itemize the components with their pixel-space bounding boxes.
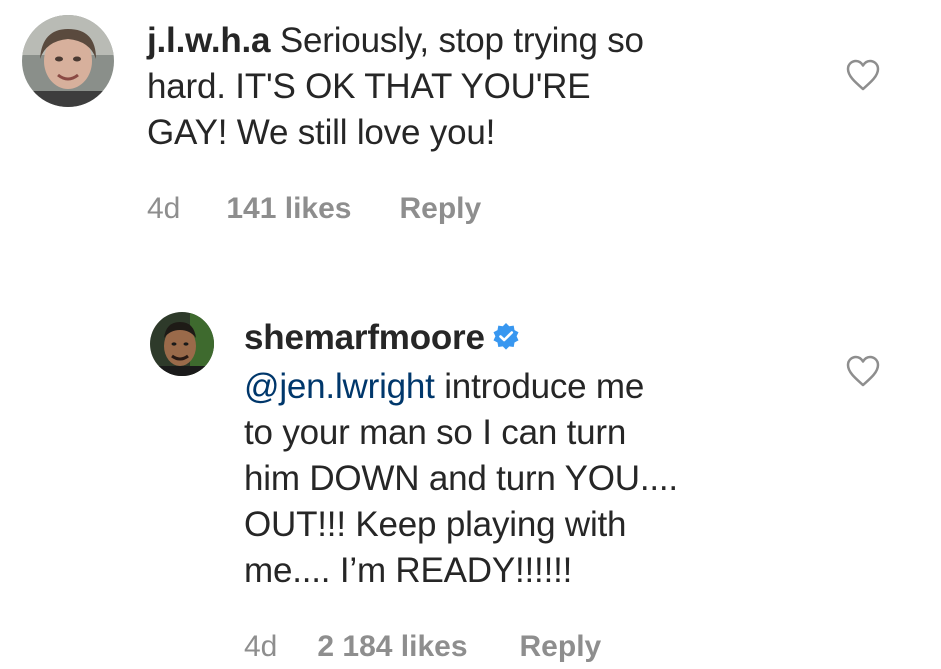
avatar[interactable] bbox=[22, 15, 114, 107]
mention-link[interactable]: @jen.lwright bbox=[244, 367, 435, 406]
comment-meta: 4d 141 likes Reply bbox=[147, 192, 481, 226]
comment-likes[interactable]: 141 likes bbox=[226, 192, 351, 226]
comment-text-line: him DOWN and turn YOU.... bbox=[244, 459, 678, 498]
verified-badge-icon bbox=[491, 318, 521, 364]
comment-body: j.l.w.h.a Seriously, stop trying so hard… bbox=[147, 18, 797, 156]
comment-text-line: OUT!!! Keep playing with bbox=[244, 505, 627, 544]
comment-text-line: me.... I’m READY!!!!!! bbox=[244, 551, 573, 590]
comment-username[interactable]: shemarfmoore bbox=[244, 318, 485, 357]
reply-button[interactable]: Reply bbox=[400, 192, 482, 226]
comment-line-1: @jen.lwright introduce me bbox=[244, 364, 824, 410]
comment-text-line: GAY! We still love you! bbox=[147, 113, 496, 152]
reply-button[interactable]: Reply bbox=[520, 630, 602, 664]
comment-text-line: to your man so I can turn bbox=[244, 413, 627, 452]
comment-text-line: Seriously, stop trying so bbox=[279, 21, 644, 60]
heart-outline-icon[interactable] bbox=[845, 58, 881, 97]
comment-timestamp[interactable]: 4d bbox=[147, 192, 180, 226]
comment-body: shemarfmoore @jen.lwright introduce me t… bbox=[244, 315, 824, 594]
comment-text-line: introduce me bbox=[434, 367, 645, 406]
avatar[interactable] bbox=[150, 312, 214, 376]
comment-header: shemarfmoore bbox=[244, 315, 824, 364]
comment-text-line: hard. IT'S OK THAT YOU'RE bbox=[147, 67, 591, 106]
comment-meta: 4d 2 184 likes Reply bbox=[244, 630, 601, 664]
comment-line-1: j.l.w.h.a Seriously, stop trying so bbox=[147, 18, 797, 64]
comment-likes[interactable]: 2 184 likes bbox=[317, 630, 467, 664]
heart-outline-icon[interactable] bbox=[845, 354, 881, 393]
comment-timestamp[interactable]: 4d bbox=[244, 630, 277, 664]
comment-username[interactable]: j.l.w.h.a bbox=[147, 21, 271, 60]
